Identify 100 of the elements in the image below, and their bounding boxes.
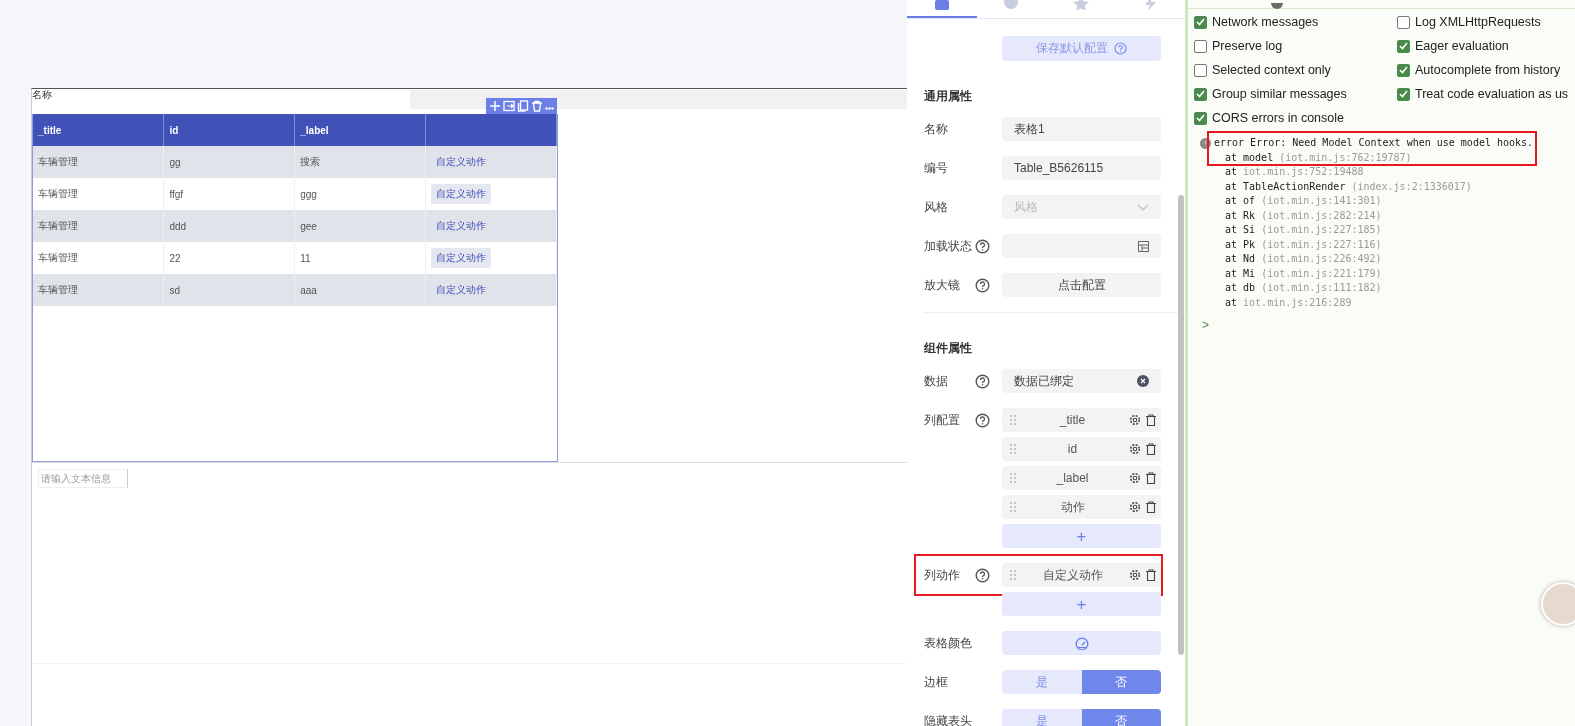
table-cell: sd	[163, 274, 295, 306]
column-item[interactable]: _title	[1002, 408, 1161, 432]
checkbox-label: Eager evaluation	[1415, 39, 1509, 53]
scrollbar[interactable]	[1178, 195, 1184, 655]
property-label: 编号	[924, 159, 948, 177]
check-icon	[1196, 114, 1205, 122]
property-label: 表格颜色	[924, 634, 972, 652]
stack-frame: at iot.min.js:216:289	[1200, 295, 1575, 310]
copy-icon	[517, 100, 529, 112]
trash-icon	[1145, 569, 1157, 581]
stack-frame: at TableActionRender (index.js:2:1336017)	[1200, 179, 1575, 194]
column-item[interactable]: 动作	[1002, 495, 1161, 519]
color-picker-button[interactable]	[1002, 631, 1161, 655]
configure-button[interactable]: 点击配置	[1002, 273, 1161, 297]
checkbox[interactable]	[1194, 15, 1207, 29]
more-icon	[545, 107, 554, 110]
checkbox[interactable]	[1397, 87, 1410, 101]
section-title: 通用属性	[924, 88, 973, 105]
prompt-chevron[interactable]: >	[1188, 310, 1575, 332]
drag-handle-icon	[1010, 473, 1016, 483]
panel-tab[interactable]	[907, 0, 977, 18]
insert-icon	[503, 100, 515, 112]
column-item[interactable]: id	[1002, 437, 1161, 461]
chevron-down-icon	[1137, 203, 1149, 211]
drag-handle-icon	[1010, 570, 1016, 580]
checkbox-label: Autocomplete from history	[1415, 63, 1561, 77]
checkbox[interactable]	[1397, 39, 1410, 53]
action-link[interactable]: 自定义动作	[431, 248, 492, 268]
help-icon	[975, 373, 990, 389]
help-icon	[975, 238, 990, 254]
table-cell: 车辆管理	[33, 178, 164, 210]
name-field[interactable]: 表格1	[1002, 117, 1161, 141]
table-cell: 车辆管理	[33, 274, 164, 306]
table-cell: ddd	[163, 210, 295, 242]
section-title: 组件属性	[924, 340, 973, 357]
property-label: 隐藏表头	[924, 712, 972, 726]
column-header: _title	[33, 114, 164, 146]
checkbox[interactable]	[1397, 15, 1410, 29]
table-cell: 车辆管理	[33, 210, 164, 242]
check-icon	[1196, 18, 1205, 26]
text-input[interactable]: 请输入文本信息	[38, 469, 128, 488]
column-header: id	[163, 114, 295, 146]
stack-frame: at db (iot.min.js:111:182)	[1200, 281, 1575, 296]
trash-icon	[531, 100, 543, 112]
trash-icon	[1145, 414, 1157, 426]
checkbox[interactable]	[1194, 87, 1207, 101]
stack-frame: at iot.min.js:752:19488	[1200, 165, 1575, 180]
id-field[interactable]: Table_B5626115	[1002, 156, 1161, 180]
add-button[interactable]: +	[1002, 592, 1161, 616]
help-icon	[975, 567, 990, 583]
check-icon	[1399, 42, 1408, 50]
help-icon	[975, 277, 990, 293]
table-cell: 车辆管理	[33, 146, 164, 178]
checkbox-label: Selected context only	[1212, 63, 1331, 77]
property-label: 边框	[924, 673, 948, 691]
stack-frame: at Mi (iot.min.js:221:179)	[1200, 266, 1575, 281]
add-button[interactable]: +	[1002, 524, 1161, 548]
table-cell: 22	[163, 242, 295, 274]
table-cell: gg	[163, 146, 295, 178]
column-header: _label	[294, 114, 426, 146]
table-cell: aaa	[294, 274, 426, 306]
check-icon	[1399, 66, 1408, 74]
checkbox[interactable]	[1194, 63, 1207, 77]
checkbox[interactable]	[1194, 39, 1207, 53]
check-icon	[1399, 90, 1408, 98]
table-cell: ggg	[294, 178, 426, 210]
table-cell: 车辆管理	[33, 242, 164, 274]
property-label: 放大镜	[924, 276, 960, 294]
action-link[interactable]: 自定义动作	[431, 184, 492, 204]
drag-handle-icon	[1010, 502, 1016, 512]
stack-frame: at Pk (iot.min.js:227:116)	[1200, 237, 1575, 252]
trash-icon	[1145, 443, 1157, 455]
checkbox[interactable]	[1194, 111, 1207, 125]
column-item[interactable]: 自定义动作	[1002, 563, 1161, 587]
property-label: 加载状态	[924, 237, 972, 255]
table-cell: ffgf	[163, 178, 295, 210]
help-icon	[1114, 42, 1127, 55]
checkbox[interactable]	[1397, 63, 1410, 77]
property-label: 数据	[924, 372, 948, 390]
data-field[interactable]: 数据已绑定	[1002, 369, 1161, 393]
plus-icon	[489, 100, 501, 112]
drag-handle-icon	[1010, 415, 1016, 425]
field-label: 名称	[32, 89, 53, 102]
loading-field[interactable]	[1002, 234, 1161, 258]
trash-icon	[1145, 472, 1157, 484]
check-icon	[1196, 90, 1205, 98]
checkbox-label: Preserve log	[1212, 39, 1283, 53]
error-message: error Error: Need Model Context when use model hooks.	[1214, 136, 1534, 150]
trash-icon	[1145, 501, 1157, 513]
toggle-option[interactable]: 否	[1081, 670, 1161, 694]
property-label: 列配置	[924, 411, 960, 429]
error-icon	[1200, 137, 1211, 149]
gauge-icon	[1074, 636, 1089, 650]
toggle-option[interactable]: 否	[1081, 709, 1161, 726]
checkbox-label: Log XMLHttpRequests	[1415, 15, 1541, 29]
column-item[interactable]: _label	[1002, 466, 1161, 490]
stack-frame: at model (iot.min.js:762:19787)	[1200, 150, 1575, 165]
table-cell: 搜索	[294, 146, 426, 178]
stack-frame: at Rk (iot.min.js:282:214)	[1200, 208, 1575, 223]
stack-frame: at Si (iot.min.js:227:185)	[1200, 223, 1575, 238]
